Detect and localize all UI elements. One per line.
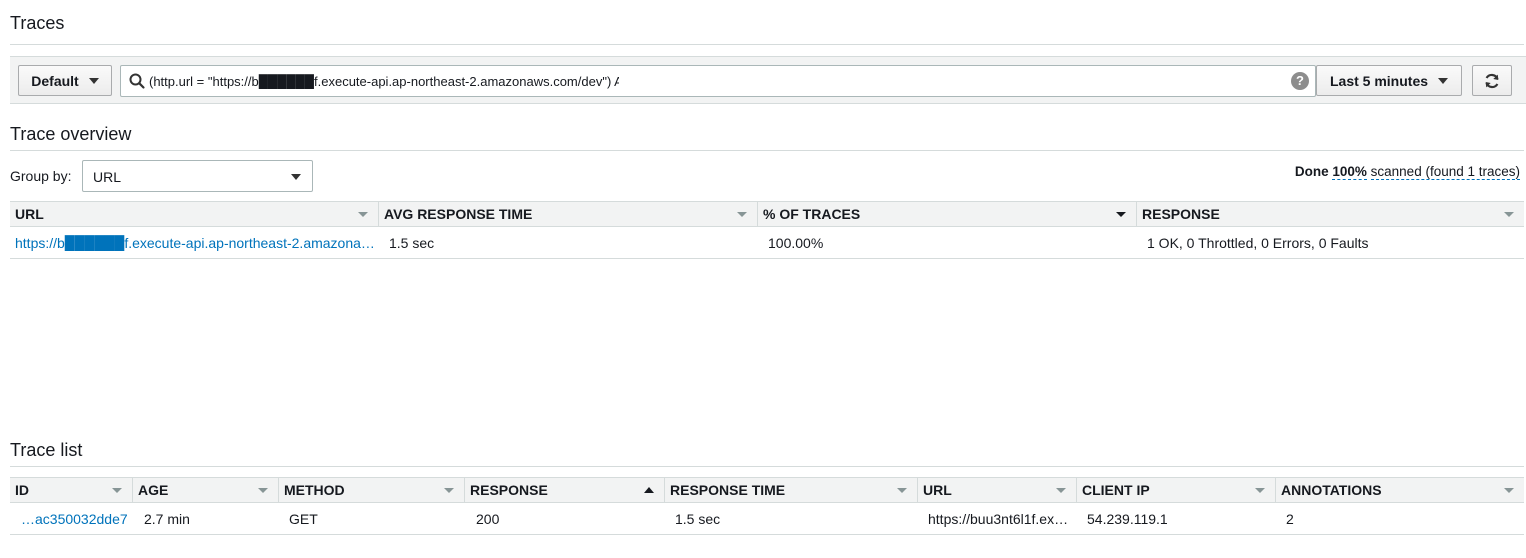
column-header-response[interactable]: RESPONSE [465, 478, 665, 502]
column-header-response-time[interactable]: RESPONSE TIME [665, 478, 918, 502]
refresh-icon [1485, 73, 1499, 88]
page-title: Traces [10, 13, 65, 33]
trace-method: GET [289, 511, 318, 527]
overview-avg-response-time: 1.5 sec [389, 235, 435, 251]
column-header-id[interactable]: ID [10, 478, 133, 502]
time-range-label: Last 5 minutes [1329, 72, 1429, 89]
sort-icon [897, 488, 907, 493]
overview-divider [10, 150, 1524, 151]
group-dropdown-label: Default [31, 72, 79, 89]
trace-url: https://buu3nt6l1f.execute-api.ap-northe… [928, 511, 1074, 527]
caret-down-icon [291, 174, 301, 180]
overview-table-row[interactable]: https://b██████f.execute-api.ap-northeas… [10, 227, 1524, 259]
column-header-method[interactable]: METHOD [279, 478, 465, 502]
filter-toolbar: Default (http.url = "https://b██████f.ex… [10, 56, 1526, 104]
column-header-url[interactable]: URL [10, 202, 379, 226]
scan-status: Done 100% scanned (found 1 traces) [1294, 164, 1520, 180]
filter-expression-text: (http.url = "https://b██████f.execute-ap… [149, 74, 619, 89]
trace-list-title: Trace list [10, 440, 83, 460]
sort-ascending-icon [644, 487, 654, 493]
help-icon[interactable]: ? [1291, 72, 1309, 90]
group-dropdown-button[interactable]: Default [18, 65, 112, 96]
trace-list-divider [10, 466, 1524, 467]
trace-annotations-count: 2 [1286, 511, 1294, 527]
time-range-dropdown[interactable]: Last 5 minutes [1316, 65, 1462, 96]
group-by-label: Group by: [10, 168, 72, 184]
sort-icon [1504, 212, 1514, 217]
column-header-age[interactable]: AGE [133, 478, 279, 502]
group-by-value: URL [93, 169, 122, 185]
sort-icon [258, 488, 268, 493]
trace-response-code: 200 [476, 511, 500, 527]
overview-percent-of-traces: 100.00% [768, 235, 824, 251]
column-header-annotations[interactable]: ANNOTATIONS [1276, 478, 1524, 502]
scan-status-done: Done [1294, 164, 1329, 179]
column-header-client-ip[interactable]: CLIENT IP [1077, 478, 1276, 502]
scan-status-percent: 100% [1332, 164, 1367, 180]
sort-icon [737, 212, 747, 217]
sort-icon [1255, 488, 1265, 493]
column-header-url[interactable]: URL [918, 478, 1077, 502]
trace-age: 2.7 min [144, 511, 190, 527]
group-by-select[interactable]: URL [82, 160, 313, 192]
sort-active-icon [1116, 212, 1126, 217]
filter-expression-input[interactable]: (http.url = "https://b██████f.execute-ap… [120, 65, 1316, 97]
trace-list-row[interactable]: …ac350032dde7 2.7 min GET 200 1.5 sec ht… [10, 503, 1524, 535]
search-icon [129, 73, 145, 89]
sort-icon [1504, 488, 1514, 493]
overview-response-summary: 1 OK, 0 Throttled, 0 Errors, 0 Faults [1147, 235, 1369, 251]
column-header-percent-of-traces[interactable]: % OF TRACES [758, 202, 1137, 226]
sort-icon [112, 488, 122, 493]
column-header-response[interactable]: RESPONSE [1137, 202, 1524, 226]
sort-icon [358, 212, 368, 217]
scan-status-detail: scanned (found 1 traces) [1370, 164, 1520, 180]
overview-url-link[interactable]: https://b██████f.execute-api.ap-northeas… [15, 235, 375, 251]
trace-overview-title: Trace overview [10, 124, 132, 144]
trace-list-table-header: ID AGE METHOD RESPONSE RESPONSE TIME URL… [10, 477, 1524, 503]
sort-icon [444, 488, 454, 493]
refresh-button[interactable] [1472, 65, 1512, 96]
trace-client-ip: 54.239.119.1 [1087, 511, 1168, 527]
trace-response-time: 1.5 sec [675, 511, 721, 527]
sort-icon [1056, 488, 1066, 493]
overview-table-header: URL AVG RESPONSE TIME % OF TRACES RESPON… [10, 201, 1524, 227]
caret-down-icon [1438, 77, 1449, 84]
trace-id-link[interactable]: …ac350032dde7 [21, 511, 131, 527]
column-header-avg-response-time[interactable]: AVG RESPONSE TIME [379, 202, 758, 226]
caret-down-icon [88, 77, 99, 84]
title-divider [10, 44, 1524, 45]
